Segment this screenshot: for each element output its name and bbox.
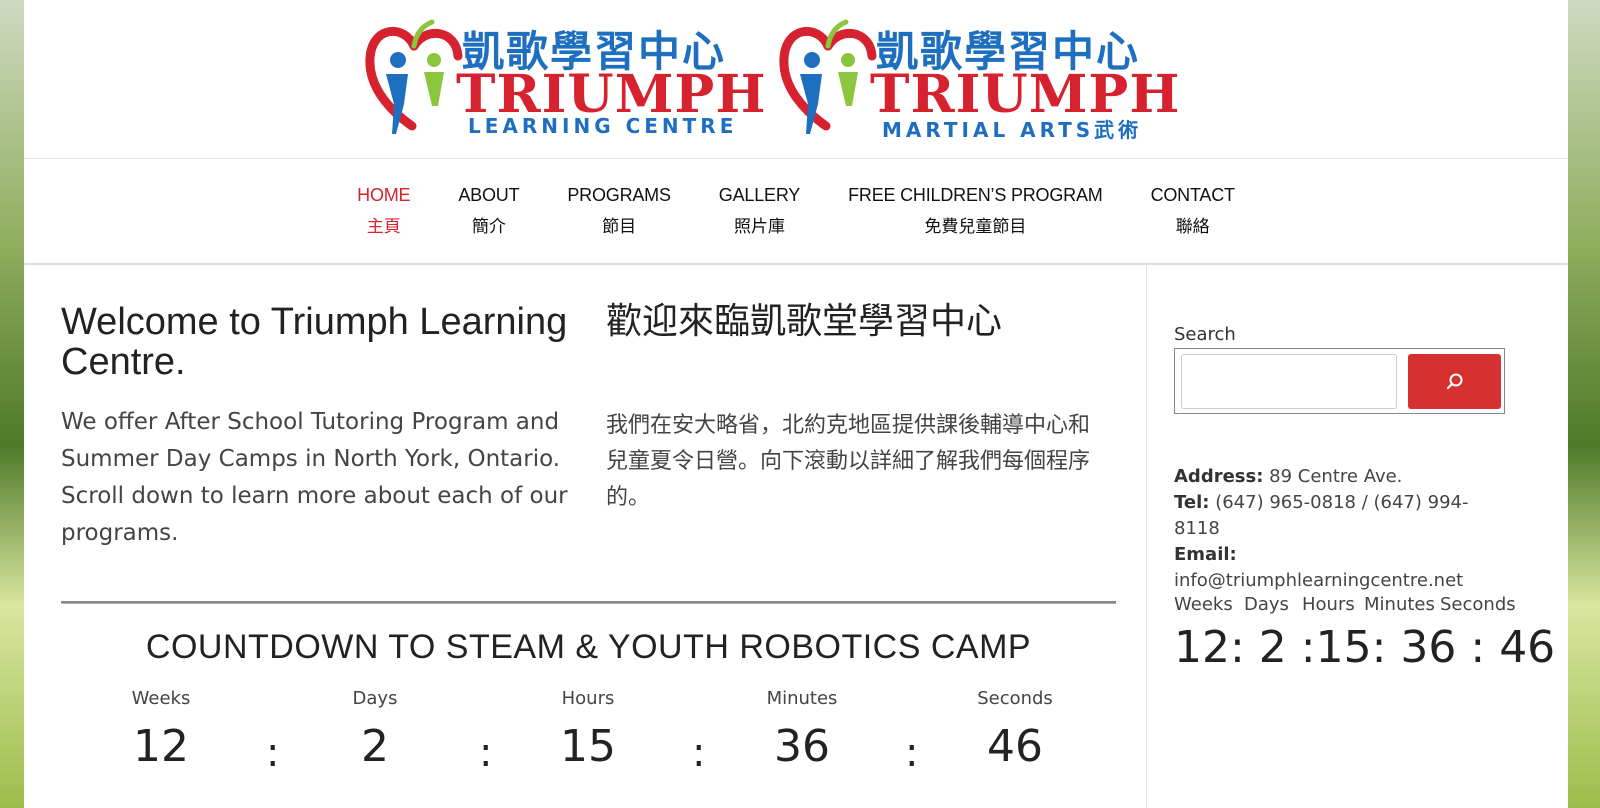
nav-label-en: FREE CHILDREN’S PROGRAM	[848, 185, 1103, 205]
main-nav: HOME 主頁 ABOUT 簡介 PROGRAMS 節目 GALLERY 照片庫…	[24, 159, 1568, 265]
address-value: 89 Centre Ave.	[1269, 466, 1403, 487]
learning-centre-logo[interactable]: 凱歌學習中心 TRIUMPH LEARNING CENTRE	[364, 16, 765, 142]
nav-item-programs[interactable]: PROGRAMS 節目	[543, 185, 694, 237]
nav-label-en: ABOUT	[458, 185, 520, 205]
search-label: Search	[1174, 324, 1236, 345]
martial-arts-logo[interactable]: 凱歌學習中心 TRIUMPH MARTIAL ARTS武術	[778, 16, 1179, 142]
search-widget	[1174, 348, 1505, 414]
countdown-label: Minutes	[766, 688, 838, 709]
nav-item-gallery[interactable]: GALLERY 照片庫	[695, 185, 824, 237]
apple-people-logo-icon	[779, 19, 877, 134]
tel-label: Tel:	[1174, 492, 1210, 513]
countdown-label: Days	[1244, 594, 1289, 615]
countdown-value: 15	[560, 721, 616, 772]
countdown-value: 12	[133, 721, 189, 772]
nav-label-en: PROGRAMS	[567, 185, 671, 205]
nav-label-zh: 簡介	[471, 217, 506, 237]
countdown-days: Days 2	[315, 688, 435, 772]
countdown-value: 46	[987, 721, 1043, 772]
email-label: Email:	[1174, 544, 1237, 565]
countdown-timer: Weeks 12 : Days 2 : Hours 15 : Minutes 3…	[61, 688, 1116, 798]
countdown-separator: :	[905, 730, 919, 776]
intro-text-zh: 我們在安大略省，北約克地區提供課後輔導中心和兒童夏令日營。向下滾動以詳細了解我們…	[606, 413, 1091, 510]
background-right	[1568, 0, 1600, 808]
nav-label-zh: 主頁	[366, 217, 401, 237]
nav-item-contact[interactable]: CONTACT 聯絡	[1127, 185, 1259, 237]
tel-line: Tel: (647) 965-0818 / (647) 994-8118	[1174, 490, 1514, 542]
countdown-seconds: Seconds 46	[955, 688, 1075, 772]
intro-text-en: We offer After School Tutoring Program a…	[61, 409, 568, 546]
site-header: 凱歌學習中心 TRIUMPH LEARNING CENTRE 凱歌學習中心 TR…	[24, 0, 1568, 159]
countdown-separator: :	[692, 730, 706, 776]
countdown-label: Seconds	[977, 688, 1053, 709]
countdown-minutes: Minutes 36	[742, 688, 862, 772]
countdown-label: Minutes	[1364, 594, 1435, 615]
nav-label-en: GALLERY	[718, 185, 801, 205]
background-left	[0, 0, 26, 808]
countdown-label: Weeks	[131, 688, 191, 709]
email-line: Email: info@triumphlearningcentre.net	[1174, 542, 1514, 594]
countdown-label: Days	[352, 688, 398, 709]
nav-label-zh: 照片庫	[733, 217, 785, 237]
countdown-hours: Hours 15	[528, 688, 648, 772]
nav-label-en: HOME	[357, 185, 411, 205]
address-line: Address: 89 Centre Ave.	[1174, 464, 1514, 490]
welcome-heading-en: Welcome to Triumph Learning Centre.	[61, 301, 568, 383]
logo-subtitle: LEARNING CENTRE	[468, 114, 738, 138]
nav-item-free-childrens-program[interactable]: FREE CHILDREN’S PROGRAM 免費兒童節目	[824, 185, 1126, 237]
tel-value: (647) 965-0818 / (647) 994-8118	[1174, 492, 1469, 539]
search-input[interactable]	[1181, 354, 1397, 409]
countdown-label: Hours	[1302, 594, 1355, 615]
email-value: info@triumphlearningcentre.net	[1174, 570, 1464, 591]
search-button[interactable]	[1408, 354, 1501, 409]
nav-item-home[interactable]: HOME 主頁	[333, 185, 434, 237]
logo-subtitle: MARTIAL ARTS武術	[882, 118, 1143, 142]
apple-people-logo-icon	[365, 19, 463, 134]
countdown-weeks: Weeks 12	[101, 688, 221, 772]
nav-label-zh: 免費兒童節目	[924, 217, 1027, 237]
nav-label-en: CONTACT	[1150, 185, 1235, 205]
countdown-label: Hours	[561, 688, 615, 709]
main-content: Welcome to Triumph Learning Centre. 歡迎來臨…	[24, 264, 1147, 808]
countdown-title: COUNTDOWN TO STEAM & YOUTH ROBOTICS CAMP	[145, 628, 1032, 666]
welcome-heading-zh: 歡迎來臨凱歌堂學習中心	[606, 301, 1003, 342]
address-label: Address:	[1174, 466, 1264, 487]
countdown-label: Seconds	[1440, 594, 1516, 615]
nav-label-zh: 聯絡	[1175, 217, 1210, 237]
countdown-label: Weeks	[1174, 594, 1233, 615]
page: 凱歌學習中心 TRIUMPH LEARNING CENTRE 凱歌學習中心 TR…	[24, 0, 1568, 808]
countdown-value: 36	[774, 721, 830, 772]
contact-info: Address: 89 Centre Ave. Tel: (647) 965-0…	[1174, 464, 1514, 594]
search-icon	[1446, 373, 1462, 389]
section-divider	[61, 601, 1116, 604]
countdown-separator: :	[266, 730, 280, 776]
sidebar-countdown-values: 12: 2 :15: 36 : 46	[1174, 622, 1556, 673]
countdown-separator: :	[479, 730, 493, 776]
nav-item-about[interactable]: ABOUT 簡介	[434, 185, 543, 237]
countdown-value: 2	[361, 721, 389, 772]
nav-label-zh: 節目	[602, 217, 637, 237]
